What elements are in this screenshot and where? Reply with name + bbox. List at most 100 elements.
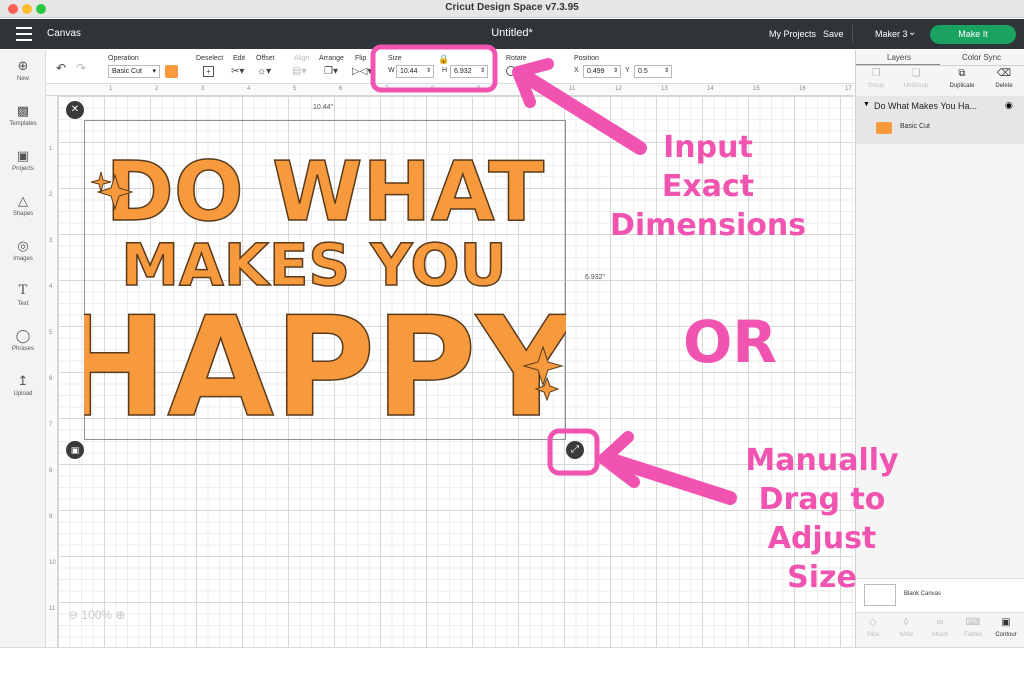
sidebar-item-shapes[interactable]: △ Shapes <box>0 193 46 217</box>
ruler-tick-label: 11 <box>49 606 56 612</box>
upload-icon: ↥ <box>17 373 29 388</box>
ruler-tick-label: 2 <box>49 192 53 198</box>
height-input[interactable]: 6.932 ⇕ <box>450 65 488 78</box>
delete-button[interactable]: ⌫ Delete <box>986 68 1022 89</box>
stepper-icon[interactable]: ⇕ <box>426 66 431 77</box>
x-input[interactable]: 0.499 ⇕ <box>583 65 621 78</box>
tab-layers[interactable]: Layers <box>887 53 911 62</box>
annotation-line: Manually <box>745 443 899 478</box>
scissors-icon[interactable]: ✂▾ <box>231 66 244 77</box>
chevron-down-icon[interactable]: ⌄ <box>908 27 916 38</box>
delete-handle-icon[interactable]: ✕ <box>66 101 84 119</box>
sidebar-item-new[interactable]: ⊕ New <box>0 58 46 82</box>
arrange-icon[interactable]: ❐▾ <box>324 66 338 77</box>
resize-handle-icon[interactable]: ⤢ <box>566 441 584 459</box>
ruler-tick-label: 9 <box>477 86 481 92</box>
y-input[interactable]: 0.5 ⇕ <box>634 65 672 78</box>
undo-icon[interactable]: ↶ <box>56 61 66 75</box>
sidebar-item-templates[interactable]: ▩ Templates <box>0 103 46 127</box>
deselect-icon[interactable]: + <box>203 66 214 77</box>
weld-label: Weld <box>899 632 913 638</box>
slice-button[interactable]: ◇ Slice <box>856 617 890 638</box>
width-value: 10.44 <box>400 68 418 75</box>
ruler-tick-label: 5 <box>293 86 297 92</box>
stepper-icon[interactable]: ⇕ <box>613 66 618 77</box>
rotate-icon[interactable] <box>506 66 516 76</box>
annotation-line: Drag to <box>758 482 886 517</box>
stepper-icon[interactable]: ⇕ <box>664 66 669 77</box>
ungroup-icon: ❏ <box>911 68 921 79</box>
ruler-tick-label: 3 <box>201 86 205 92</box>
app-window: Cricut Design Space v7.3.95 Canvas Untit… <box>0 0 1024 683</box>
duplicate-label: Duplicate <box>949 83 975 89</box>
operation-color-swatch[interactable] <box>165 65 178 78</box>
save-button[interactable]: Save <box>823 29 844 39</box>
tab-color-sync[interactable]: Color Sync <box>962 53 1001 62</box>
annotation-manually-drag: Manually Drag to Adjust Size <box>716 441 928 597</box>
operation-select[interactable]: Basic Cut ▾ <box>108 65 160 78</box>
speech-icon: ◯ <box>15 328 31 343</box>
dropdown-icon: ▾ <box>152 68 156 75</box>
my-projects-button[interactable]: My Projects <box>769 29 816 39</box>
group-label: Group <box>867 83 885 89</box>
y-value: 0.5 <box>638 68 648 75</box>
sidebar-item-phrases[interactable]: ◯ Phrases <box>0 328 46 352</box>
operation-label: Operation <box>108 55 139 62</box>
bottom-margin <box>0 647 1024 683</box>
annotation-input-dimensions: Input Exact Dimensions <box>596 128 820 245</box>
layer-group-row[interactable]: ▼ Do What Makes You Ha... ◉ Basic Cut <box>856 96 1024 144</box>
duplicate-button[interactable]: ⧉ Duplicate <box>944 68 980 89</box>
slice-label: Slice <box>866 632 880 638</box>
attach-button[interactable]: ∞ Attach <box>923 617 957 638</box>
eye-icon[interactable]: ◉ <box>1005 100 1013 111</box>
edit-label: Edit <box>233 55 246 62</box>
expand-triangle-icon[interactable]: ▼ <box>863 101 870 108</box>
ruler-tick-label: 5 <box>49 330 53 336</box>
left-sidebar: ⊕ New ▩ Templates ▣ Projects △ Shapes ◎ … <box>0 50 46 647</box>
layer-name: Basic Cut <box>900 123 930 130</box>
ruler-tick-label: 2 <box>155 86 159 92</box>
ruler-tick-label: 6 <box>339 86 343 92</box>
sidebar-item-label: Templates <box>9 121 37 127</box>
ungroup-button[interactable]: ❏ UnGroup <box>898 68 934 89</box>
redo-icon[interactable]: ↷ <box>76 61 86 75</box>
shirt-icon: ▩ <box>16 103 30 118</box>
zoom-control[interactable]: ⊖ 100% ⊕ <box>68 608 126 622</box>
group-button[interactable]: ❐ Group <box>858 68 894 89</box>
sidebar-item-projects[interactable]: ▣ Projects <box>0 148 46 172</box>
deselect-label: Deselect <box>196 55 224 62</box>
sidebar-item-upload[interactable]: ↥ Upload <box>0 373 46 397</box>
lock-handle-icon[interactable]: ▣ <box>66 441 84 459</box>
weld-icon: ◊ <box>903 617 909 628</box>
ruler-tick-label: 10 <box>49 560 56 566</box>
contour-button[interactable]: ▣ Contour <box>989 617 1023 638</box>
zoom-in-icon[interactable]: ⊕ <box>115 608 125 622</box>
ruler-tick-label: 13 <box>661 86 668 92</box>
contour-label: Contour <box>995 632 1017 638</box>
machine-selector[interactable]: Maker 3 <box>875 29 908 39</box>
width-dimension-label: 10.44" <box>313 104 334 111</box>
flip-icon[interactable]: ▷◁▾ <box>352 66 372 77</box>
sidebar-item-images[interactable]: ◎ Images <box>0 238 46 262</box>
annotation-line: Exact <box>661 169 755 204</box>
ruler-tick-label: 4 <box>247 86 251 92</box>
make-it-button[interactable]: Make It <box>930 25 1016 44</box>
weld-button[interactable]: ◊ Weld <box>889 617 923 638</box>
lock-icon[interactable]: 🔒 <box>438 54 449 65</box>
design-artwork[interactable]: DO WHAT MAKES YOU HAPPY <box>84 120 566 440</box>
trash-icon: ⌫ <box>996 68 1012 79</box>
hamburger-menu-icon[interactable] <box>16 27 32 41</box>
ruler-tick-label: 15 <box>753 86 760 92</box>
annotation-line: Size <box>787 560 857 595</box>
shapes-icon: △ <box>18 193 28 208</box>
flatten-button[interactable]: ⌨ Flatten <box>956 617 990 638</box>
sidebar-item-text[interactable]: T Text <box>0 283 46 307</box>
zoom-level: 100% <box>81 608 113 622</box>
plus-icon: ⊕ <box>17 58 29 73</box>
offset-icon[interactable]: ☼▾ <box>257 66 271 77</box>
width-input[interactable]: 10.44 ⇕ <box>396 65 434 78</box>
align-icon[interactable]: ▤▾ <box>292 66 306 77</box>
stepper-icon[interactable]: ⇕ <box>480 66 485 77</box>
flatten-icon: ⌨ <box>965 617 981 628</box>
zoom-out-icon[interactable]: ⊖ <box>68 608 78 622</box>
